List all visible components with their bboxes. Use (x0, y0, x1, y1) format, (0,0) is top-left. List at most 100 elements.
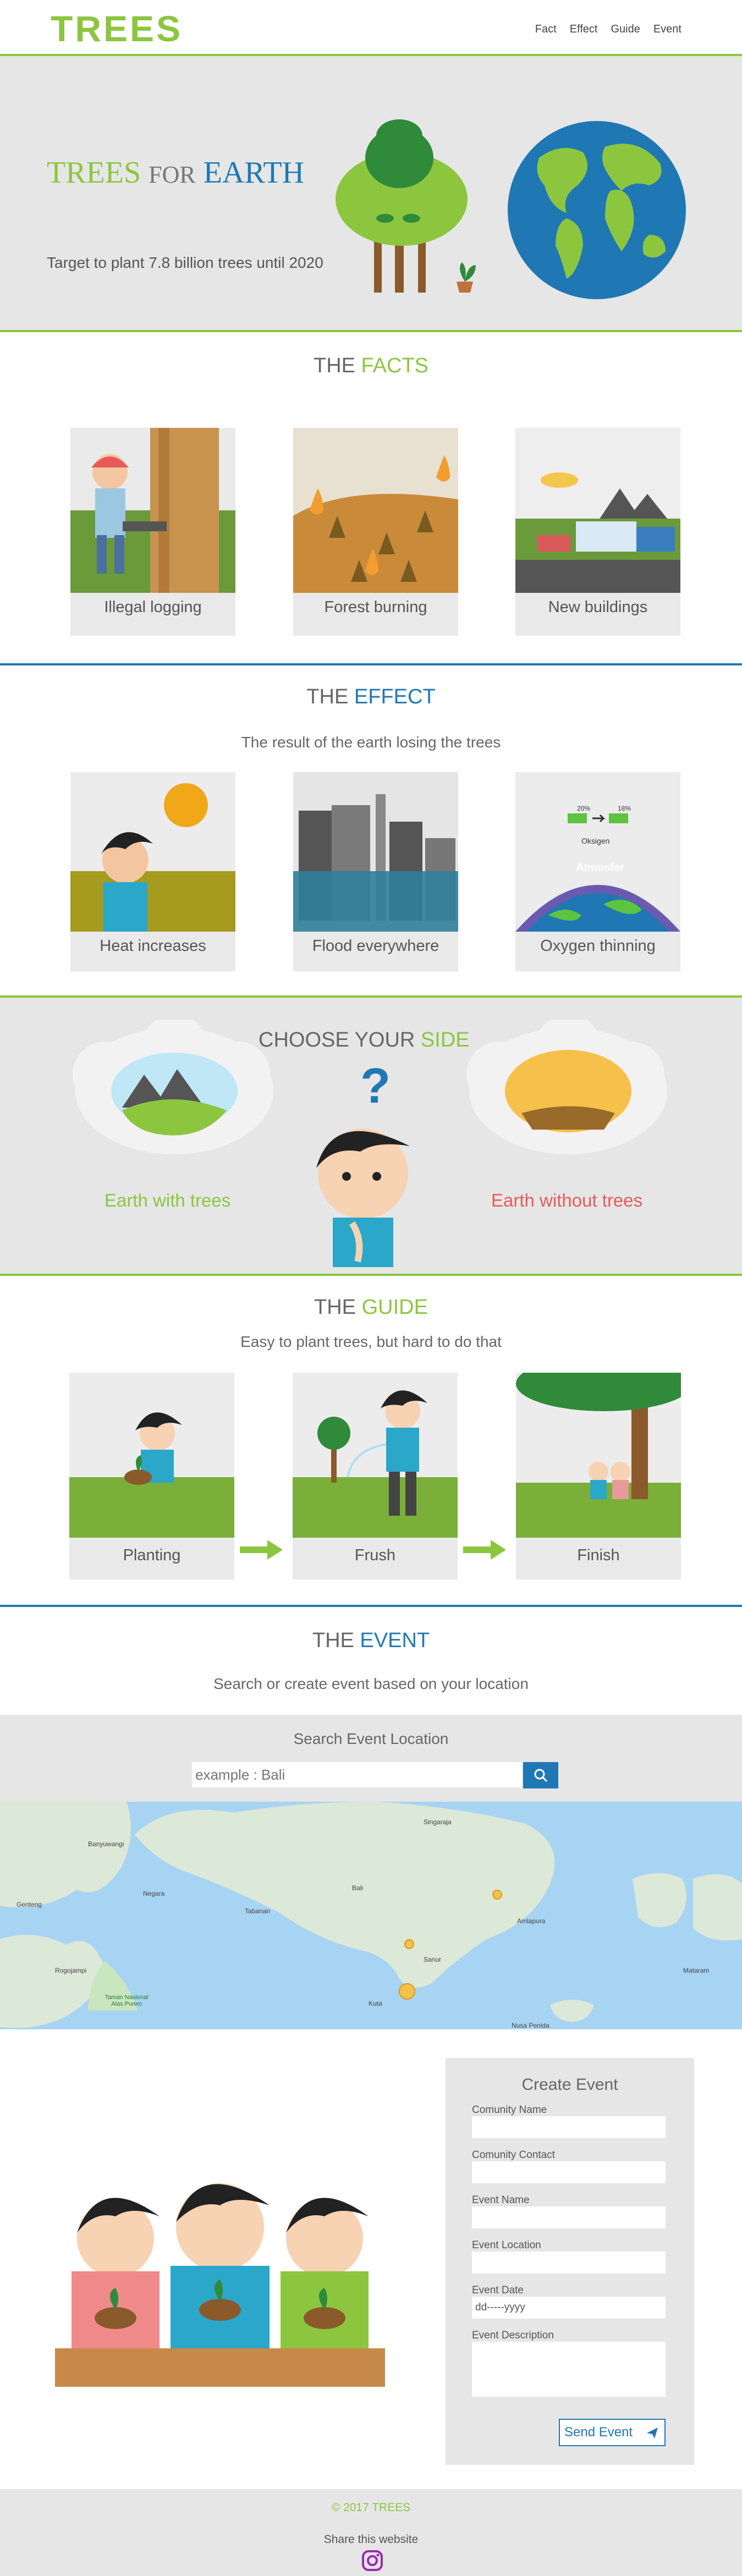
oxygen-right-label: 18% (618, 805, 631, 812)
event-title: THE EVENT (0, 1629, 742, 1653)
site-logo[interactable]: TREES (51, 8, 183, 49)
fact-card-caption: Forest burning (324, 598, 427, 616)
site-footer: © 2017 TREES Share this website (0, 2489, 742, 2576)
facts-title: THE FACTS (0, 354, 742, 378)
copyright: © 2017 TREES (331, 2501, 411, 2514)
forest-burning-illustration (293, 428, 458, 593)
instagram-icon[interactable] (361, 2550, 383, 2572)
event-name-label: Event Name (472, 2194, 530, 2206)
fact-card-buildings: New buildings (515, 428, 680, 636)
hero-trees-illustration (336, 119, 476, 293)
map-label: Rogojampi (55, 1967, 87, 1974)
nav-link-effect[interactable]: Effect (570, 23, 598, 36)
fact-card-logging: Illegal logging (70, 428, 235, 636)
guide-card-frush: Frush (293, 1373, 458, 1579)
form-title: Create Event (521, 2076, 618, 2094)
nav-link-fact[interactable]: Fact (535, 23, 557, 36)
hero-title: TREES FOR EARTH (47, 155, 304, 190)
map-marker-icon[interactable] (399, 1983, 415, 2000)
question-mark: ? (360, 1059, 391, 1114)
map-label: Kuta (369, 2000, 382, 2007)
map-label: Banyuwangi (88, 1840, 124, 1848)
event-location-field[interactable] (472, 2252, 666, 2274)
search-title: Search Event Location (293, 1730, 449, 1747)
community-kids-illustration (55, 2183, 385, 2387)
heat-increases-illustration (70, 772, 235, 932)
event-name-input[interactable] (472, 2206, 666, 2228)
facts-title-accent: FACTS (361, 354, 429, 377)
event-section: THE EVENT Search or create event based o… (0, 1605, 742, 1716)
event-date-input[interactable]: dd-----yyyy (472, 2297, 666, 2319)
earth-without-trees-cloud[interactable] (466, 1020, 670, 1157)
arrow-right-icon (240, 1540, 283, 1560)
event-search-bar: Search Event Location (0, 1715, 742, 1802)
community-name-input[interactable] (472, 2116, 666, 2138)
guide-card-caption: Finish (577, 1546, 620, 1564)
watering-illustration (293, 1373, 458, 1538)
choose-side-title-prefix: CHOOSE YOUR (259, 1028, 415, 1052)
facts-section: THE FACTS Illegal logging Forest burning… (0, 332, 742, 661)
effect-card-heat: Heat increases (70, 772, 235, 971)
site-header: TREES Fact Effect Guide Event (0, 0, 742, 56)
community-contact-label: Comunity Contact (472, 2149, 556, 2161)
earth-with-trees-cloud[interactable] (73, 1020, 276, 1157)
fact-card-burning: Forest burning (293, 428, 458, 636)
map-marker-icon[interactable] (404, 1939, 414, 1949)
effect-section: THE EFFECT The result of the earth losin… (0, 663, 742, 995)
guide-title-prefix: THE (314, 1296, 356, 1319)
oxygen-thinning-illustration: 20% 18% Oksigen Atmosfer (515, 772, 680, 932)
community-contact-input[interactable] (472, 2161, 666, 2183)
atmosfer-label: Atmosfer (576, 862, 624, 874)
map-label: Tabanan (245, 1907, 271, 1915)
map-label: Nusa Penida (512, 2022, 549, 2029)
effect-subtitle: The result of the earth losing the trees (241, 734, 501, 751)
event-location-label: Event Location (472, 2239, 541, 2251)
search-button[interactable] (523, 1762, 558, 1788)
effect-title-prefix: THE (306, 685, 349, 708)
event-location-input[interactable] (192, 1762, 522, 1787)
earth-without-trees-label[interactable]: Earth without trees (491, 1190, 642, 1211)
guide-section: THE GUIDE Easy to plant trees, but hard … (0, 1275, 742, 1605)
create-event-form: Create Event Comunity Name Comunity Cont… (446, 2058, 694, 2465)
illegal-logging-illustration (70, 428, 235, 593)
create-event-section: Create Event Comunity Name Comunity Cont… (0, 2029, 742, 2489)
event-subtitle: Search or create event based on your loc… (213, 1675, 529, 1692)
effect-card-oxygen: 20% 18% Oksigen Atmosfer Oxygen thinning (515, 772, 680, 971)
map-label: Amlapura (517, 1917, 546, 1925)
finish-illustration (516, 1373, 681, 1538)
hero-title-trees: TREES (47, 156, 141, 190)
event-date-label: Event Date (472, 2285, 524, 2296)
map-label: Taman Nasional Alas Purwo (105, 1994, 149, 2007)
map-label: Singaraja (424, 1818, 452, 1826)
hero-earth-globe (508, 121, 686, 299)
send-event-button[interactable]: Send Event (559, 2419, 666, 2446)
effect-card-caption: Flood everywhere (312, 937, 439, 955)
map-marker-icon[interactable] (492, 1890, 502, 1900)
event-title-prefix: THE (312, 1629, 354, 1652)
map-label: Genteng (17, 1901, 42, 1908)
confused-boy-illustration (316, 1129, 410, 1267)
choose-side-title-accent: SIDE (420, 1028, 470, 1052)
share-text: Share this website (323, 2533, 419, 2546)
main-nav: Fact Effect Guide Event (535, 23, 681, 36)
event-description-textarea[interactable] (472, 2342, 666, 2397)
fact-card-caption: Illegal logging (104, 598, 202, 616)
hero-section: TREES FOR EARTH Target to plant 7.8 bill… (0, 56, 742, 332)
choose-side-section: CHOOSE YOUR SIDE ? Earth with trees Eart… (0, 995, 742, 1276)
choose-side-title: CHOOSE YOUR SIDE (259, 1028, 470, 1052)
arrow-right-icon (463, 1540, 506, 1560)
fact-card-caption: New buildings (548, 598, 648, 616)
new-buildings-illustration (515, 428, 680, 593)
event-map[interactable]: Banyuwangi Negara Tabanan Bali Kuta Sanu… (0, 1802, 742, 2029)
flood-illustration (293, 772, 458, 932)
nav-link-guide[interactable]: Guide (611, 23, 640, 36)
nav-link-event[interactable]: Event (653, 23, 681, 36)
earth-with-trees-label[interactable]: Earth with trees (105, 1190, 230, 1211)
search-icon (534, 1769, 548, 1782)
oxygen-left-label: 20% (577, 805, 590, 812)
map-label: Bali (352, 1884, 364, 1892)
effect-card-caption: Oxygen thinning (540, 937, 656, 955)
effect-title-accent: EFFECT (354, 685, 436, 708)
guide-card-caption: Planting (123, 1546, 181, 1564)
hero-subtitle: Target to plant 7.8 billion trees until … (47, 254, 323, 271)
